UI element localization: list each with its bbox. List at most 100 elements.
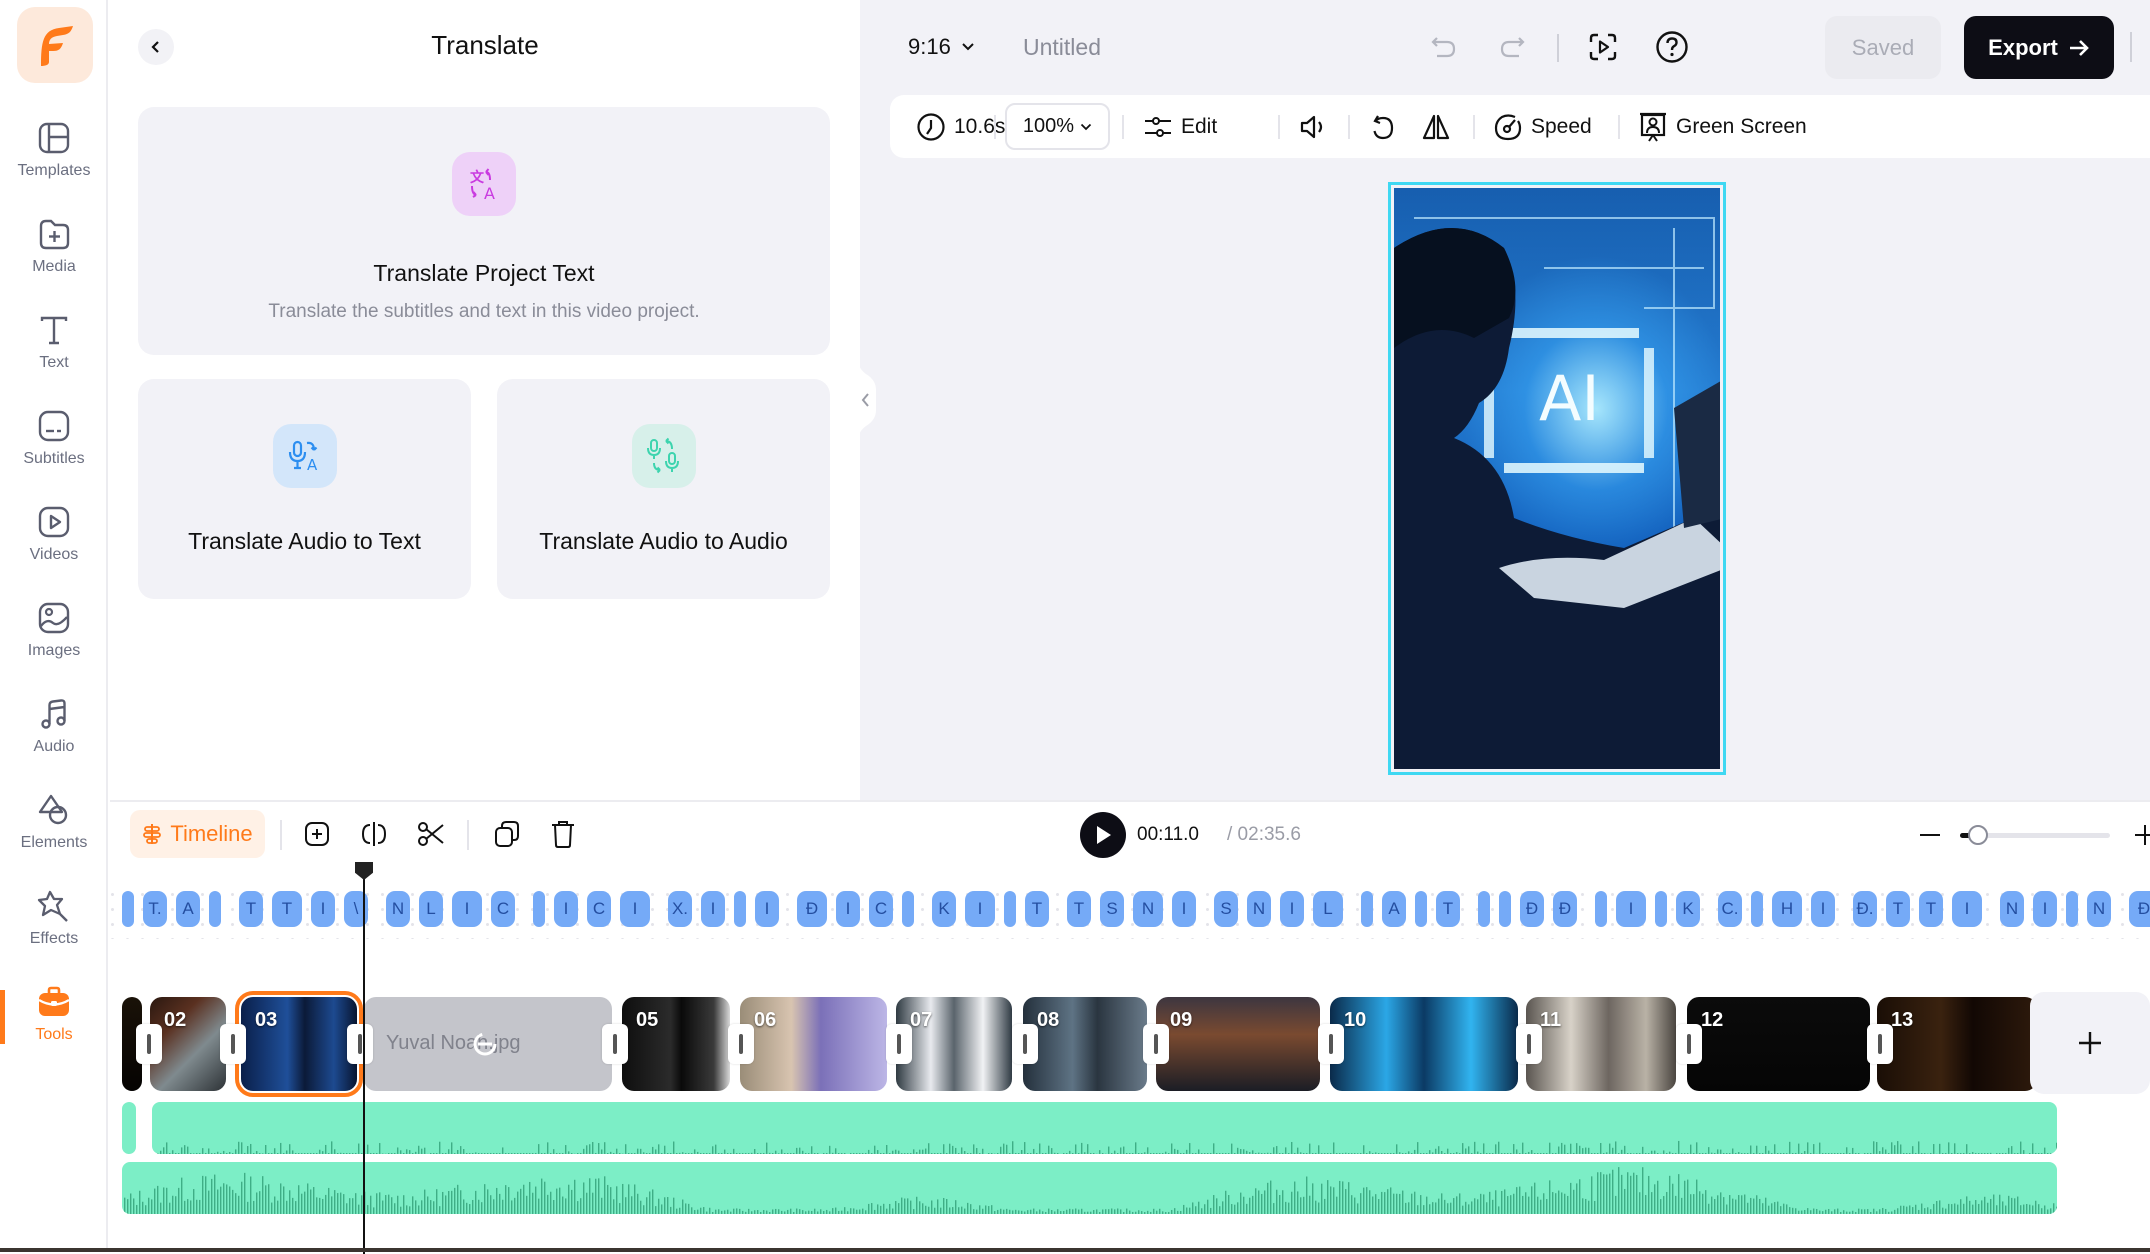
sidebar-item-text[interactable]: Text (0, 312, 108, 392)
subtitle-chip[interactable] (122, 891, 134, 927)
sidebar-item-elements[interactable]: Elements (0, 792, 108, 872)
play-button[interactable] (1080, 812, 1126, 858)
timeline-zoom-slider[interactable] (1960, 833, 2110, 838)
video-clip[interactable]: 07 (896, 997, 1012, 1091)
subtitle-chip[interactable]: C (869, 891, 893, 927)
music-clip[interactable] (122, 1162, 2057, 1214)
timeline-zoom-in-button[interactable] (2130, 820, 2150, 850)
subtitle-chip[interactable]: I (836, 891, 860, 927)
subtitle-chip[interactable]: I (701, 891, 725, 927)
subtitle-chip[interactable]: S (1100, 891, 1124, 927)
video-clip[interactable]: 13 (1877, 997, 2037, 1091)
subtitle-chip[interactable]: K (932, 891, 956, 927)
sidebar-item-media[interactable]: Media (0, 216, 108, 296)
green-screen-button[interactable]: Green Screen (1638, 95, 1807, 158)
subtitle-chip[interactable] (1499, 891, 1511, 927)
subtitle-chip[interactable]: A (1382, 891, 1406, 927)
subtitle-chip[interactable]: I (311, 891, 335, 927)
subtitle-chip[interactable]: A (176, 891, 200, 927)
duplicate-button[interactable] (491, 818, 523, 850)
zoom-slider-knob[interactable] (1968, 825, 1988, 845)
video-clip[interactable]: 06 (740, 997, 887, 1091)
sidebar-item-tools[interactable]: Tools (0, 984, 108, 1064)
aspect-ratio-dropdown[interactable]: 9:16 (908, 34, 975, 60)
transition-handle[interactable] (1318, 1024, 1344, 1064)
subtitle-chip[interactable]: T (1436, 891, 1460, 927)
playhead-handle[interactable] (355, 862, 373, 880)
cut-button[interactable] (415, 818, 447, 850)
subtitle-chip[interactable]: I (1280, 891, 1304, 927)
subtitle-chip[interactable]: I (1616, 891, 1646, 927)
subtitle-chip[interactable]: T. (143, 891, 167, 927)
collapse-panel-handle[interactable] (858, 360, 880, 440)
transition-handle[interactable] (347, 1024, 373, 1064)
subtitle-chip[interactable]: N (1133, 891, 1163, 927)
sidebar-item-images[interactable]: Images (0, 600, 108, 680)
subtitle-chip[interactable]: C (491, 891, 515, 927)
subtitle-chip[interactable] (209, 891, 221, 927)
export-button[interactable]: Export (1964, 16, 2114, 79)
video-preview[interactable]: AI (1388, 182, 1726, 775)
video-clip[interactable]: 03 (241, 997, 357, 1091)
subtitle-chip[interactable]: C. (1718, 891, 1742, 927)
subtitle-chip[interactable]: I (2033, 891, 2057, 927)
sidebar-item-templates[interactable]: Templates (0, 120, 108, 200)
video-clip[interactable]: 09 (1156, 997, 1320, 1091)
translate-audio-to-audio-card[interactable]: Translate Audio to Audio (497, 379, 830, 599)
subtitle-chip[interactable]: Đ. (1853, 891, 1877, 927)
sidebar-item-subtitles[interactable]: Subtitles (0, 408, 108, 488)
subtitle-chip[interactable]: Đ (1553, 891, 1577, 927)
video-clip[interactable]: 12 (1687, 997, 1870, 1091)
video-clip[interactable]: 10 (1330, 997, 1518, 1091)
transition-handle[interactable] (1676, 1024, 1702, 1064)
subtitle-chip[interactable]: N (386, 891, 410, 927)
preview-play-button[interactable] (1586, 30, 1620, 64)
app-logo[interactable] (17, 7, 93, 83)
subtitle-chip[interactable]: N (2087, 891, 2111, 927)
transition-handle[interactable] (728, 1024, 754, 1064)
transition-handle[interactable] (136, 1024, 162, 1064)
subtitle-chip[interactable] (734, 891, 746, 927)
duration-button[interactable]: 10.6s (916, 95, 1005, 158)
subtitle-chip[interactable]: I (1172, 891, 1196, 927)
subtitle-chip[interactable]: I (554, 891, 578, 927)
add-clip-button[interactable] (2030, 992, 2150, 1094)
subtitle-chip[interactable]: I (755, 891, 779, 927)
subtitle-chip[interactable] (1751, 891, 1763, 927)
subtitle-chip[interactable]: T (272, 891, 302, 927)
subtitle-chip[interactable]: T (239, 891, 263, 927)
subtitle-chip[interactable] (2066, 891, 2078, 927)
subtitle-chip[interactable]: Đ (2129, 891, 2150, 927)
transition-handle[interactable] (1012, 1024, 1038, 1064)
sidebar-item-audio[interactable]: Audio (0, 696, 108, 776)
subtitle-chip[interactable]: N (1247, 891, 1271, 927)
subtitle-chip[interactable]: S (1214, 891, 1238, 927)
edit-button[interactable]: Edit (1143, 95, 1217, 158)
speed-button[interactable]: Speed (1493, 95, 1592, 158)
subtitle-chip[interactable]: I (1811, 891, 1835, 927)
audio-clip[interactable] (152, 1102, 2057, 1154)
split-button[interactable] (358, 818, 390, 850)
subtitle-chip[interactable] (902, 891, 914, 927)
subtitle-chip[interactable]: L (419, 891, 443, 927)
subtitle-chip[interactable]: X. (668, 891, 692, 927)
subtitle-chip[interactable]: I (965, 891, 995, 927)
subtitle-chip[interactable] (1415, 891, 1427, 927)
transition-handle[interactable] (886, 1024, 912, 1064)
help-button[interactable] (1655, 30, 1689, 64)
video-clip[interactable]: 08 (1023, 997, 1147, 1091)
subtitle-chip[interactable]: I (1952, 891, 1982, 927)
subtitle-chip[interactable]: T (1919, 891, 1943, 927)
timeline-tab[interactable]: Timeline (130, 810, 265, 858)
transition-handle[interactable] (220, 1024, 246, 1064)
flip-button[interactable] (1420, 95, 1452, 158)
subtitle-chip[interactable] (533, 891, 545, 927)
add-track-button[interactable] (301, 818, 333, 850)
translate-project-text-card[interactable]: 文 A Translate Project Text Translate the… (138, 107, 830, 355)
placeholder-clip[interactable]: Yuval Noah.jpg (364, 997, 612, 1091)
subtitle-chip[interactable] (1595, 891, 1607, 927)
subtitle-chip[interactable]: T (1025, 891, 1049, 927)
video-clip[interactable]: 11 (1526, 997, 1676, 1091)
sidebar-item-videos[interactable]: Videos (0, 504, 108, 584)
project-title[interactable]: Untitled (1023, 34, 1101, 61)
